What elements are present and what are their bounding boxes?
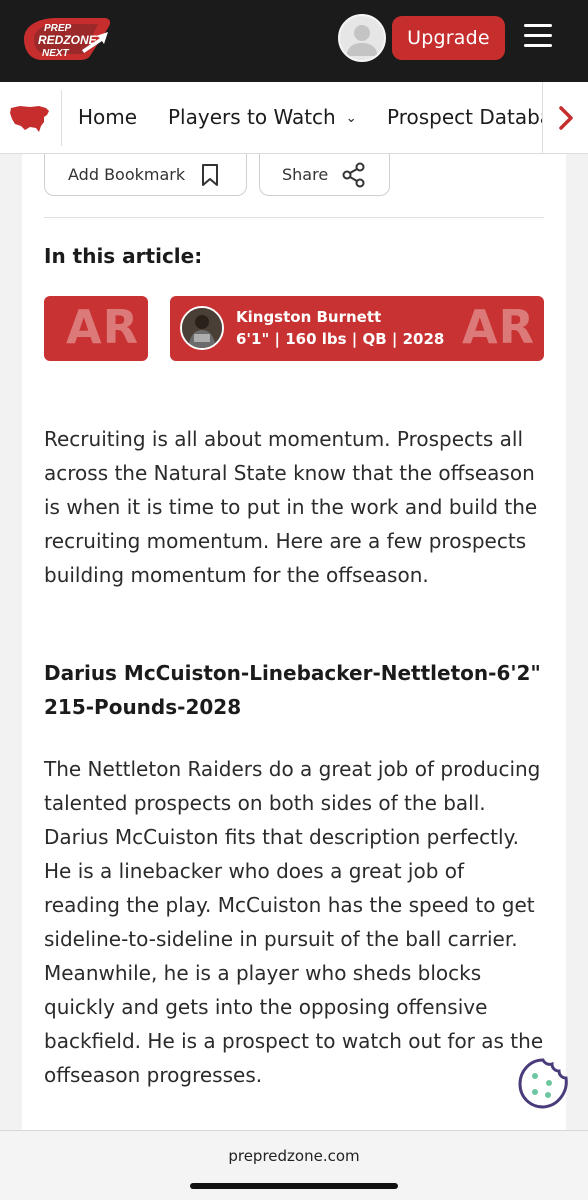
hamburger-menu-icon[interactable] — [524, 24, 552, 50]
add-bookmark-label: Add Bookmark — [68, 165, 186, 184]
section-body-paragraph: The Nettleton Raiders do a great job of … — [44, 757, 544, 1087]
player-card-watermark: AR — [66, 300, 140, 354]
url-domain[interactable]: prepredzone.com — [0, 1147, 588, 1165]
article-intro-paragraph: Recruiting is all about momentum. Prospe… — [44, 427, 538, 587]
nav-item-players-to-watch[interactable]: Players to Watch ⌄ — [168, 82, 357, 153]
player-meta: 6'1" | 160 lbs | QB | 2028 — [236, 330, 445, 348]
bookmark-icon — [202, 163, 219, 186]
chevron-down-icon: ⌄ — [345, 110, 357, 126]
in-this-article-heading: In this article: — [44, 244, 203, 268]
user-icon — [346, 25, 378, 56]
nav-item-home[interactable]: Home — [78, 82, 137, 153]
share-label: Share — [282, 165, 329, 184]
player-photo — [180, 306, 224, 350]
prepredzone-logo[interactable]: PREP REDZONE NEXT — [20, 16, 112, 62]
nav-item-players-to-watch-label: Players to Watch — [168, 105, 336, 129]
add-bookmark-button[interactable]: Add Bookmark — [44, 154, 247, 196]
divider — [44, 217, 544, 218]
upgrade-button[interactable]: Upgrade — [392, 16, 505, 60]
player-name: Kingston Burnett — [236, 308, 382, 326]
top-bar: PREP REDZONE NEXT Upgrade — [0, 0, 588, 82]
cookie-settings-icon[interactable] — [515, 1056, 571, 1112]
main-nav: Home Players to Watch ⌄ Prospect Database — [0, 82, 588, 154]
player-card-partial[interactable]: AR — [44, 296, 148, 361]
us-map-icon[interactable] — [8, 102, 52, 134]
player-card-kingston-burnett[interactable]: AR Kingston Burnett 6'1" | 160 lbs | QB … — [170, 296, 544, 361]
share-button[interactable]: Share — [259, 154, 390, 196]
svg-text:NEXT: NEXT — [42, 48, 70, 59]
browser-address-bar: prepredzone.com — [0, 1130, 588, 1200]
share-icon — [342, 162, 365, 187]
chevron-right-icon — [559, 106, 573, 130]
svg-text:REDZONE: REDZONE — [38, 33, 98, 47]
section-heading: Darius McCuiston-Linebacker-Nettleton-6'… — [44, 661, 541, 719]
nav-scroll-right-button[interactable] — [542, 82, 588, 153]
player-card-watermark: AR — [462, 300, 536, 354]
home-indicator[interactable] — [190, 1183, 398, 1189]
user-avatar[interactable] — [338, 14, 386, 62]
